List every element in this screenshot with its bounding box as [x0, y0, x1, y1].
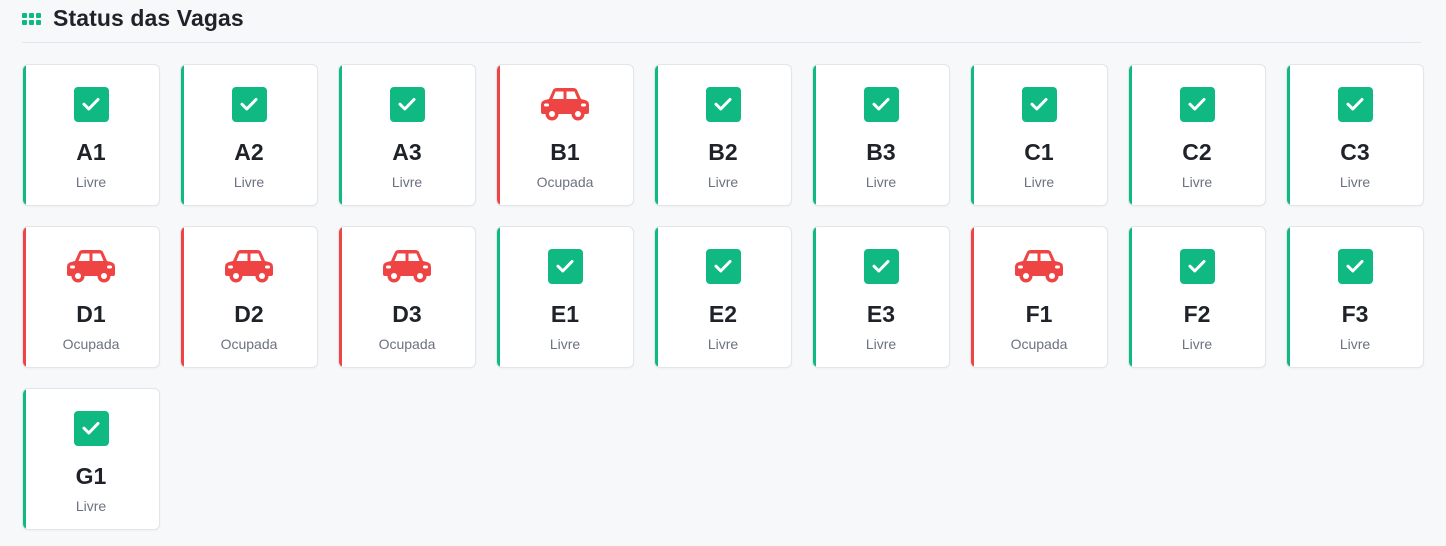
slot-id: A3 — [392, 139, 422, 165]
slot-id: B1 — [550, 139, 580, 165]
slot-card-d1[interactable]: D1 Ocupada — [22, 226, 160, 368]
slot-status: Ocupada — [220, 336, 278, 352]
check-icon — [65, 410, 117, 446]
slot-status: Livre — [1339, 174, 1371, 190]
slot-card-a1[interactable]: A1 Livre — [22, 64, 160, 206]
slot-status: Livre — [865, 336, 897, 352]
slot-status: Livre — [1023, 174, 1055, 190]
slot-status: Ocupada — [378, 336, 436, 352]
slot-status: Ocupada — [1010, 336, 1068, 352]
check-icon — [1171, 86, 1223, 122]
check-icon — [381, 86, 433, 122]
slot-status: Livre — [1339, 336, 1371, 352]
slot-status: Livre — [549, 336, 581, 352]
check-icon — [65, 86, 117, 122]
slot-id: F3 — [1341, 301, 1369, 327]
slot-id: F2 — [1183, 301, 1211, 327]
slot-card-f2[interactable]: F2 Livre — [1128, 226, 1266, 368]
car-icon — [223, 248, 275, 284]
slot-status: Livre — [75, 174, 107, 190]
slot-card-c2[interactable]: C2 Livre — [1128, 64, 1266, 206]
check-icon — [1013, 86, 1065, 122]
slot-card-e2[interactable]: E2 Livre — [654, 226, 792, 368]
slot-status: Livre — [707, 336, 739, 352]
slot-card-a2[interactable]: A2 Livre — [180, 64, 318, 206]
slot-status: Livre — [707, 174, 739, 190]
slot-card-c1[interactable]: C1 Livre — [970, 64, 1108, 206]
slot-id: B2 — [708, 139, 738, 165]
slot-card-b1[interactable]: B1 Ocupada — [496, 64, 634, 206]
car-icon — [539, 86, 591, 122]
slot-card-b2[interactable]: B2 Livre — [654, 64, 792, 206]
slot-id: E2 — [708, 301, 738, 327]
slot-id: G1 — [75, 463, 107, 489]
slot-status: Ocupada — [536, 174, 594, 190]
car-icon — [65, 248, 117, 284]
slot-id: A2 — [234, 139, 264, 165]
slot-status: Livre — [233, 174, 265, 190]
slot-id: C2 — [1182, 139, 1212, 165]
slot-id: E3 — [866, 301, 896, 327]
section-header: Status das Vagas — [22, 0, 1421, 43]
check-icon — [539, 248, 591, 284]
slot-card-f3[interactable]: F3 Livre — [1286, 226, 1424, 368]
slot-status: Livre — [1181, 336, 1213, 352]
check-icon — [697, 248, 749, 284]
slot-status: Livre — [391, 174, 423, 190]
slot-id: B3 — [866, 139, 896, 165]
check-icon — [697, 86, 749, 122]
check-icon — [1171, 248, 1223, 284]
check-icon — [1329, 86, 1381, 122]
check-icon — [223, 86, 275, 122]
slot-id: F1 — [1025, 301, 1053, 327]
page-title: Status das Vagas — [53, 4, 244, 31]
slot-card-d2[interactable]: D2 Ocupada — [180, 226, 318, 368]
slot-status: Ocupada — [62, 336, 120, 352]
slot-id: D2 — [234, 301, 264, 327]
slot-card-d3[interactable]: D3 Ocupada — [338, 226, 476, 368]
check-icon — [855, 86, 907, 122]
slot-card-a3[interactable]: A3 Livre — [338, 64, 476, 206]
slot-card-g1[interactable]: G1 Livre — [22, 388, 160, 530]
check-icon — [1329, 248, 1381, 284]
check-icon — [855, 248, 907, 284]
slot-status: Livre — [865, 174, 897, 190]
slot-id: A1 — [76, 139, 106, 165]
slot-id: C3 — [1340, 139, 1370, 165]
slot-status: Livre — [1181, 174, 1213, 190]
slot-card-f1[interactable]: F1 Ocupada — [970, 226, 1108, 368]
slot-id: D1 — [76, 301, 106, 327]
slot-card-c3[interactable]: C3 Livre — [1286, 64, 1424, 206]
slot-status: Livre — [75, 498, 107, 514]
car-icon — [1013, 248, 1065, 284]
slot-card-b3[interactable]: B3 Livre — [812, 64, 950, 206]
car-icon — [381, 248, 433, 284]
slot-card-e1[interactable]: E1 Livre — [496, 226, 634, 368]
slot-id: E1 — [550, 301, 580, 327]
parking-status-panel: Status das Vagas A1 Livre A2 Livre A3 Livre B1… — [0, 0, 1446, 546]
slot-id: C1 — [1024, 139, 1054, 165]
slots-grid: A1 Livre A2 Livre A3 Livre B1 Ocupada B2 Livre B3 L… — [22, 64, 1424, 530]
grid-icon — [22, 13, 41, 25]
slot-card-e3[interactable]: E3 Livre — [812, 226, 950, 368]
slot-id: D3 — [392, 301, 422, 327]
